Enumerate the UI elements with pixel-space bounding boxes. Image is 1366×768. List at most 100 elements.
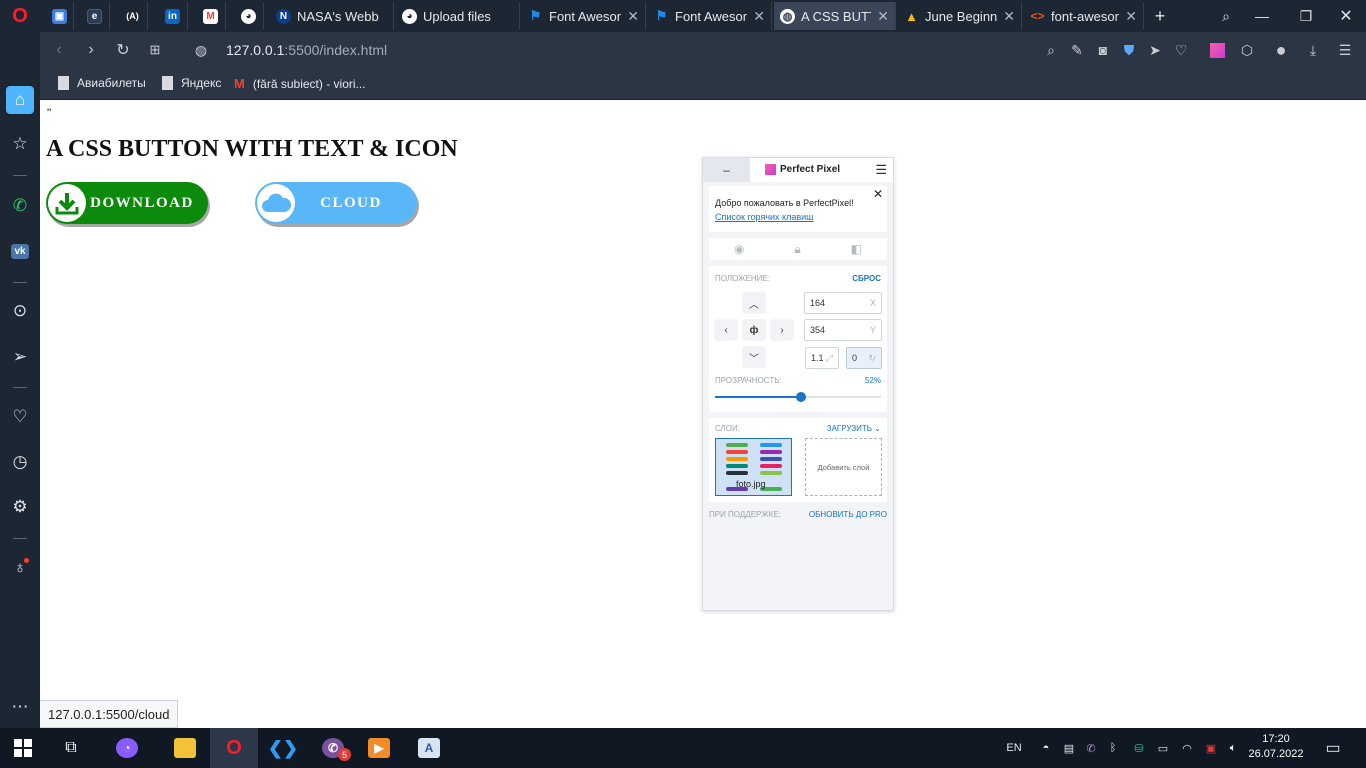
favorites-heart-icon[interactable]: ♡ (6, 403, 34, 431)
page-search-icon[interactable]: ⌕ (1038, 32, 1064, 68)
move-up-button[interactable]: ︿ (742, 292, 766, 314)
close-tab-icon[interactable]: ✕ (1003, 8, 1015, 25)
tab-upload-files[interactable]: ◕ Upload files (396, 2, 520, 30)
snapshot-camera-icon[interactable]: ◙ (1090, 32, 1116, 68)
opera-menu-icon[interactable]: O (0, 0, 40, 32)
close-window-button[interactable]: ✕ (1326, 0, 1366, 32)
bookmarks-star-icon[interactable]: ☆ (6, 130, 34, 158)
reload-button[interactable]: ↻ (108, 32, 138, 68)
history-clock-icon[interactable]: ◷ (6, 448, 34, 476)
cloud-button[interactable]: CLOUD (255, 182, 417, 224)
vk-icon[interactable]: vk (6, 237, 34, 265)
eye-visibility-icon[interactable]: ◉ (734, 242, 744, 256)
heart-icon[interactable]: ♡ (1168, 32, 1194, 68)
sidebar-more-icon[interactable]: ⋯ (6, 693, 34, 721)
close-tab-icon[interactable]: ✕ (753, 8, 765, 25)
tray-app-icon[interactable]: ▤ (1058, 728, 1080, 768)
upgrade-pro-link[interactable]: ОБНОВИТЬ ДО PRO (809, 510, 887, 519)
speed-dial-icon[interactable]: ⊞ (140, 32, 170, 68)
forward-button[interactable]: › (76, 32, 106, 68)
tab-pinned-3[interactable]: (A) (118, 2, 148, 30)
tab-font-awesome-1[interactable]: ⚑ Font Awesom ✕ (522, 2, 646, 30)
settings-gear-icon[interactable]: ⚙ (6, 493, 34, 521)
center-button[interactable]: ф (742, 319, 766, 341)
opacity-slider[interactable] (715, 392, 881, 402)
tab-css-button-active[interactable]: ◍ A CSS BUTTO ✕ (774, 2, 896, 30)
bookmark-aviabilety[interactable]: Авиабилеты (58, 76, 146, 90)
hamburger-menu-icon[interactable]: ☰ (875, 162, 887, 178)
battery-icon[interactable]: ▭ (1152, 728, 1174, 768)
close-tab-icon[interactable]: ✕ (877, 8, 889, 25)
send-icon[interactable]: ➤ (1142, 32, 1168, 68)
taskbar-vscode[interactable]: ❮❯ (260, 728, 306, 768)
tab-font-awesome-2[interactable]: ⚑ Font Awesom ✕ (648, 2, 772, 30)
my-flow-icon[interactable]: ➢ (6, 343, 34, 371)
start-button[interactable] (0, 728, 46, 768)
taskbar-file-explorer[interactable] (162, 728, 208, 768)
url-field[interactable]: 127.0.0.1:5500/index.html (226, 42, 387, 58)
bluetooth-icon[interactable]: ᛒ (1102, 728, 1124, 768)
antivirus-tray-icon[interactable]: ▣ (1200, 728, 1222, 768)
y-position-field[interactable]: 354 Y (804, 319, 882, 341)
download-button[interactable]: DOWNLOAD (46, 182, 208, 224)
discord-tray-icon[interactable]: ◓ (1034, 728, 1058, 768)
layer-thumbnail[interactable]: foto.jpg (715, 438, 792, 496)
tab-pinned-6[interactable]: ◕ (234, 2, 264, 30)
easy-setup-menu-icon[interactable]: ☰ (1332, 32, 1358, 68)
profile-avatar-icon[interactable]: ● (1268, 32, 1294, 68)
tab-pinned-2[interactable]: e (80, 2, 110, 30)
close-welcome-icon[interactable]: ✕ (873, 187, 883, 201)
bookmark-yandex[interactable]: Яндекс (162, 76, 221, 90)
rotation-field[interactable]: 0 ↻ (846, 347, 882, 369)
task-view-button[interactable]: ⧉ (48, 728, 94, 768)
opacity-slider-knob[interactable] (796, 392, 807, 402)
tray-sync-icon[interactable]: ⛁ (1128, 728, 1150, 768)
tab-nasa[interactable]: N NASA's Webb (270, 2, 394, 30)
add-layer-button[interactable]: Добавить слой (805, 438, 882, 496)
scale-field[interactable]: 1.1 ⤢ (805, 347, 839, 369)
collapse-panel-button[interactable]: – (703, 158, 750, 182)
tab-pinned-5[interactable]: M (196, 2, 226, 30)
perfect-pixel-extension-icon[interactable] (1204, 32, 1230, 68)
bookmark-gmail[interactable]: M (fără subiect) - viori... (234, 76, 366, 91)
hotkeys-link[interactable]: Список горячих клавиш (715, 212, 813, 222)
minimize-button[interactable]: — (1242, 0, 1282, 32)
volume-icon[interactable]: 🔈︎ (1222, 728, 1244, 768)
invert-colors-icon[interactable]: ◧ (851, 242, 862, 256)
taskbar-opera[interactable]: O (210, 728, 258, 768)
close-tab-icon[interactable]: ✕ (627, 8, 639, 25)
downloads-icon[interactable]: ⤓ (1300, 32, 1326, 68)
player-icon[interactable]: ⊙ (6, 297, 34, 325)
tab-pinned-1[interactable]: ▣ (46, 2, 74, 30)
edit-icon[interactable]: ✎ (1064, 32, 1090, 68)
tab-font-awesome-code[interactable]: <> font-awesom ✕ (1024, 2, 1144, 30)
clock[interactable]: 17:20 26.07.2022 (1244, 732, 1308, 762)
viber-tray-icon[interactable]: ✆ (1080, 728, 1102, 768)
vpn-shield-icon[interactable]: ⛊ (1116, 32, 1142, 68)
move-right-button[interactable]: › (770, 319, 794, 341)
language-indicator[interactable]: EN (1000, 728, 1028, 768)
taskbar-alice[interactable]: ◔ (104, 728, 150, 768)
cube-extension-icon[interactable]: ⬡ (1234, 32, 1260, 68)
features-lightbulb-icon[interactable]: ♁ (6, 554, 34, 582)
move-left-button[interactable]: ‹ (714, 319, 738, 341)
close-tab-icon[interactable]: ✕ (1125, 8, 1137, 25)
wifi-icon[interactable]: ◠ (1176, 728, 1198, 768)
taskbar-viber[interactable]: ✆ 5 (308, 728, 358, 768)
x-position-field[interactable]: 164 X (804, 292, 882, 314)
tab-pinned-4[interactable]: in (158, 2, 188, 30)
tab-june-beginners[interactable]: ▲ June Beginne ✕ (898, 2, 1022, 30)
site-info-globe-icon[interactable]: ◍ (186, 32, 216, 68)
restore-button[interactable]: ❐ (1286, 0, 1326, 32)
back-button[interactable]: ‹ (44, 32, 74, 68)
reset-link[interactable]: СБРОС (852, 274, 881, 283)
search-tabs-icon[interactable]: ⌕ (1206, 0, 1246, 32)
new-tab-button[interactable]: + (1142, 0, 1178, 32)
home-icon[interactable]: ⌂ (6, 86, 34, 114)
taskbar-media-player[interactable]: ▶ (356, 728, 402, 768)
move-down-button[interactable]: ﹀ (742, 346, 766, 368)
taskbar-app[interactable]: A (406, 728, 452, 768)
notifications-icon[interactable]: ▭ (1318, 728, 1348, 768)
upload-dropdown[interactable]: ЗАГРУЗИТЬ ⌄ (827, 424, 881, 433)
whatsapp-icon[interactable]: ✆ (6, 192, 34, 220)
